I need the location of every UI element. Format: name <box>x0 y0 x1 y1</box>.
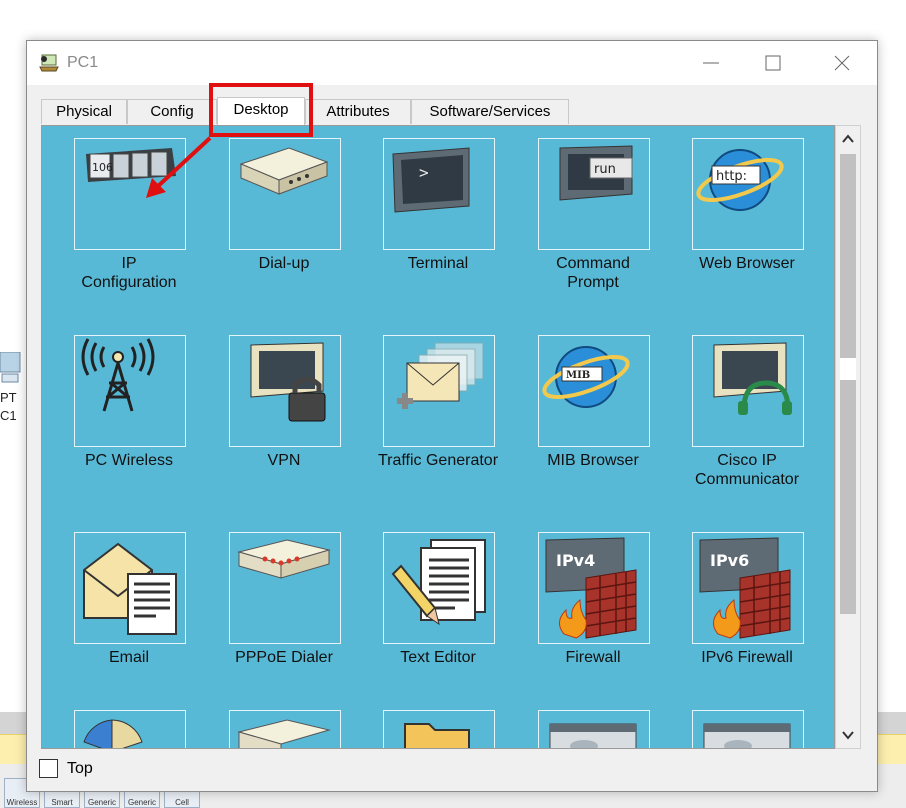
app-vpn[interactable] <box>229 335 341 447</box>
app-firewall[interactable]: IPv4 <box>538 532 650 644</box>
app-label-text-editor: Text Editor <box>400 649 476 666</box>
app-label-traffic-generator: Traffic Generator <box>377 452 499 469</box>
device-box-icon <box>237 719 331 748</box>
app-email[interactable] <box>74 532 186 644</box>
app-partial-5[interactable] <box>692 710 804 748</box>
ipv4-badge: IPv4 <box>556 551 595 570</box>
ip-badge: 106 <box>92 161 113 174</box>
vpn-lock-icon <box>250 342 326 422</box>
app-label-ip-configuration: IP Configuration <box>81 255 177 291</box>
app-label-firewall: Firewall <box>565 649 621 666</box>
wireless-antenna-icon <box>81 338 155 412</box>
web-browser-icon: http: <box>696 149 784 211</box>
window-title: PC1 <box>67 54 99 71</box>
scroll-track-gap <box>840 358 856 380</box>
tab-software-services[interactable]: Software/Services <box>411 99 569 124</box>
pc-device-icon <box>0 352 21 383</box>
headset-monitor-icon <box>713 342 792 415</box>
app-partial-2[interactable] <box>229 710 341 748</box>
app-label-pppoe-dialer: PPPoE Dialer <box>235 649 333 666</box>
firewall-icon: IPv4 <box>545 537 637 639</box>
app-ipv6-firewall[interactable]: IPv6 <box>692 532 804 644</box>
terminal-prompt: > <box>419 163 429 182</box>
email-icon <box>83 542 177 635</box>
minimize-button[interactable] <box>689 41 735 85</box>
close-button[interactable] <box>819 41 865 85</box>
run-badge: run <box>594 162 616 177</box>
tab-physical[interactable]: Physical <box>41 99 127 124</box>
vertical-scrollbar[interactable] <box>835 125 861 749</box>
tab-attributes[interactable]: Attributes <box>305 99 411 124</box>
text-editor-icon <box>391 539 486 626</box>
app-mib-browser[interactable]: MIB <box>538 335 650 447</box>
ipv6-firewall-icon: IPv6 <box>699 537 791 639</box>
close-icon <box>834 55 850 71</box>
window-app-icon <box>549 723 637 748</box>
modem-icon <box>239 147 329 195</box>
pppoe-dialer-icon <box>237 539 331 579</box>
app-cisco-ip-communicator[interactable] <box>692 335 804 447</box>
app-text-editor[interactable] <box>383 532 495 644</box>
title-bar[interactable]: PC1 <box>27 41 877 85</box>
pie-chart-icon <box>83 719 143 748</box>
app-label-mib-browser: MIB Browser <box>547 452 639 469</box>
desktop-tab-highlight <box>209 83 313 137</box>
annotation-arrow-icon <box>146 136 212 198</box>
scroll-up-icon[interactable] <box>838 128 858 150</box>
command-prompt-icon: run <box>559 145 633 201</box>
folder-icon <box>404 723 470 748</box>
app-label-command-prompt: Command Prompt <box>556 255 630 291</box>
app-dial-up[interactable] <box>229 138 341 250</box>
http-badge: http: <box>716 169 747 184</box>
maximize-button[interactable] <box>749 41 795 85</box>
mib-badge: MIB <box>566 370 590 381</box>
terminal-icon: > <box>392 147 470 213</box>
app-label-pc-wireless: PC Wireless <box>84 452 173 469</box>
app-partial-3[interactable] <box>383 710 495 748</box>
app-terminal[interactable]: > <box>383 138 495 250</box>
app-pc-wireless[interactable] <box>74 335 186 447</box>
ipv6-badge: IPv6 <box>710 551 749 570</box>
app-label-terminal: Terminal <box>407 255 469 272</box>
mib-browser-icon: MIB <box>542 346 630 408</box>
top-checkbox[interactable] <box>39 759 58 778</box>
app-partial-4[interactable] <box>538 710 650 748</box>
app-pppoe-dialer[interactable] <box>229 532 341 644</box>
top-checkbox-label: Top <box>67 760 93 777</box>
minimize-icon <box>703 62 719 64</box>
app-label-email: Email <box>108 649 149 666</box>
background-label-line1: PT <box>0 390 17 405</box>
packet-tracer-pc-icon <box>39 54 59 72</box>
app-label-vpn: VPN <box>267 452 301 469</box>
background-label-line2: C1 <box>0 408 17 423</box>
scroll-down-icon[interactable] <box>838 724 858 746</box>
scroll-thumb[interactable] <box>840 154 856 614</box>
window-app-icon <box>703 723 791 748</box>
app-traffic-generator[interactable] <box>383 335 495 447</box>
app-label-ipv6-firewall: IPv6 Firewall <box>701 649 793 666</box>
tab-config[interactable]: Config <box>127 99 217 124</box>
app-partial-1[interactable] <box>74 710 186 748</box>
app-web-browser[interactable]: http: <box>692 138 804 250</box>
app-command-prompt[interactable]: run <box>538 138 650 250</box>
app-label-web-browser: Web Browser <box>699 255 795 272</box>
desktop-app-grid: 106 IPConfiguration Dial-up > Terminal <box>41 125 835 749</box>
traffic-generator-icon <box>397 342 484 409</box>
app-label-dial-up: Dial-up <box>258 255 310 272</box>
maximize-icon <box>765 55 781 71</box>
app-label-cisco-ip-communicator: Cisco IP Communicator <box>694 452 800 488</box>
